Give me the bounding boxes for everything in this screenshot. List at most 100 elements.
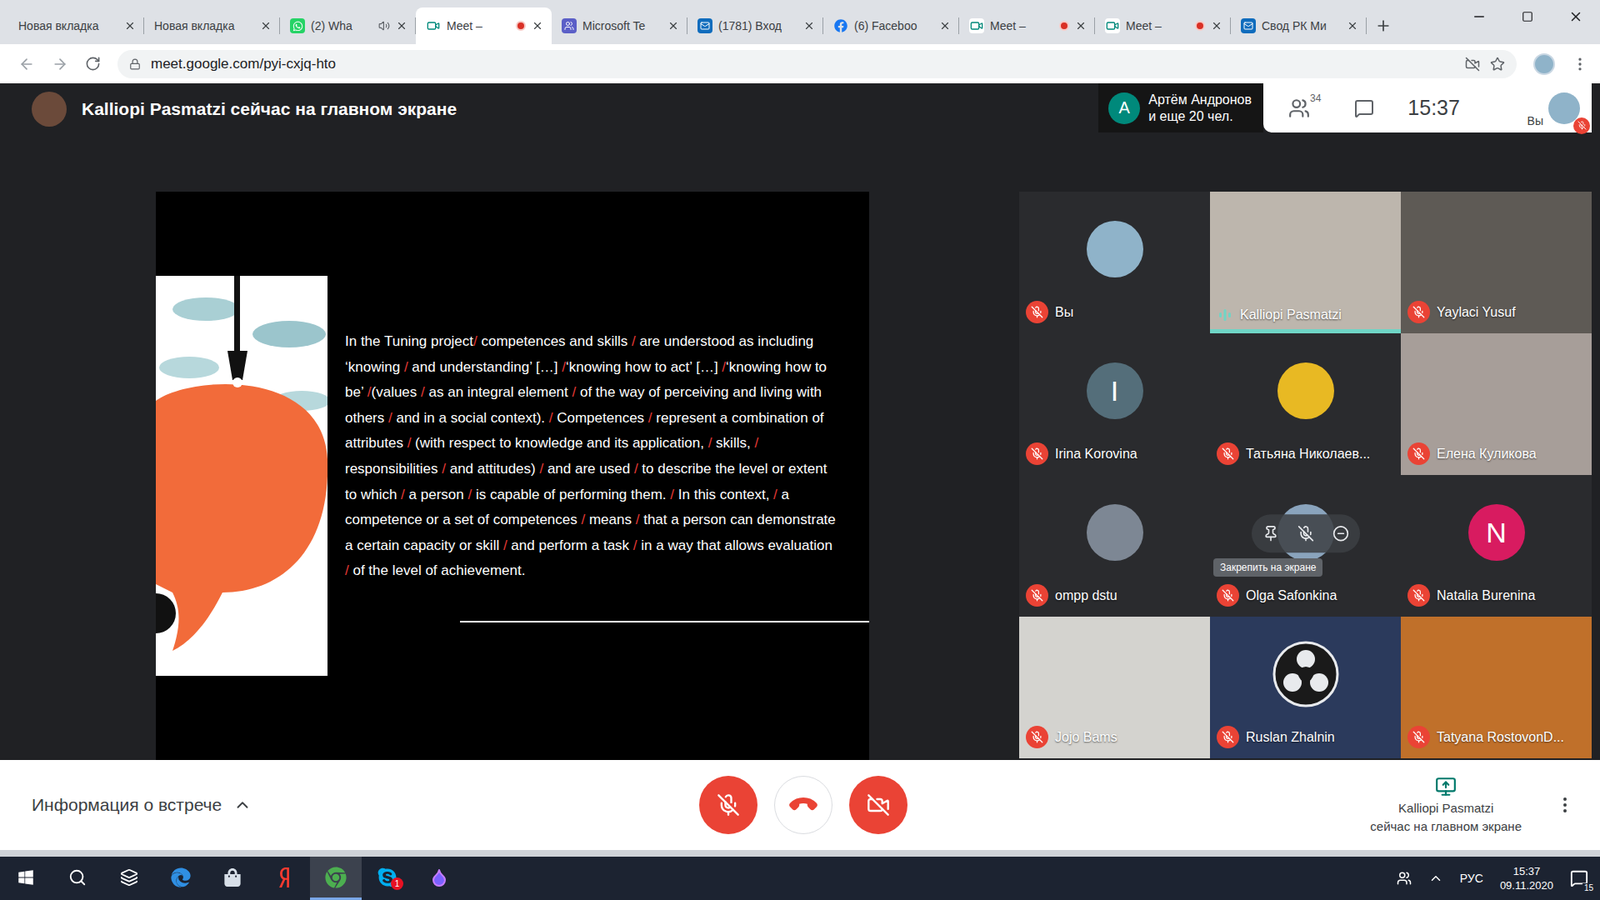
tile-label: Татьяна Николаев... bbox=[1216, 442, 1396, 465]
pin-icon bbox=[1262, 525, 1280, 542]
close-tab-icon[interactable] bbox=[667, 20, 680, 32]
participant-name: Елена Куликова bbox=[1436, 446, 1537, 462]
slide-separator: / bbox=[633, 537, 638, 554]
mic-off-icon bbox=[1412, 305, 1425, 319]
hang-up-button[interactable] bbox=[774, 775, 833, 835]
meeting-info-button[interactable]: Информация о встрече bbox=[31, 795, 700, 815]
participant-tile[interactable]: Kalliopi Pasmatzi bbox=[1210, 191, 1401, 334]
tile-label: Tatyana RostovonD... bbox=[1407, 725, 1587, 749]
slide-separator: / bbox=[549, 410, 554, 426]
participant-tile[interactable]: Tatyana RostovonD... bbox=[1400, 616, 1592, 759]
browser-tab[interactable]: (1781) Вход bbox=[687, 7, 824, 45]
taskbar-item[interactable] bbox=[103, 856, 155, 900]
close-tab-icon[interactable] bbox=[1210, 20, 1223, 32]
taskbar-item[interactable] bbox=[413, 856, 465, 900]
close-tab-icon[interactable] bbox=[531, 20, 544, 32]
remove-participant-button[interactable] bbox=[1325, 517, 1357, 550]
notification-center[interactable]: 15 bbox=[1570, 869, 1589, 888]
browser-tab[interactable]: Meet – bbox=[959, 7, 1095, 45]
header-right: AАртём Андронови еще 20 чел.3415:37Вы bbox=[1098, 83, 1592, 133]
profile-avatar[interactable] bbox=[1533, 53, 1555, 75]
edge-icon bbox=[170, 867, 191, 888]
participant-initial: N bbox=[1468, 504, 1525, 561]
meet-icon bbox=[1105, 18, 1120, 34]
menu-icon[interactable] bbox=[1571, 55, 1589, 73]
browser-tab[interactable]: Microsoft Te bbox=[551, 7, 688, 45]
participant-tile[interactable]: Yaylaci Yusuf bbox=[1400, 191, 1592, 334]
close-tab-icon[interactable] bbox=[1346, 20, 1359, 32]
participant-tile[interactable]: Закрепить на экранеOlga Safonkina bbox=[1210, 475, 1401, 617]
browser-tab[interactable]: Meet – bbox=[1095, 7, 1231, 45]
language-indicator[interactable]: РУС bbox=[1460, 871, 1484, 885]
taskbar-item[interactable]: 1 bbox=[361, 856, 414, 900]
browser-tab[interactable]: (2) Wha bbox=[280, 7, 416, 45]
forward-icon[interactable] bbox=[51, 55, 69, 73]
close-icon bbox=[1568, 9, 1584, 25]
participant-name: Ruslan Zhalnin bbox=[1245, 730, 1335, 745]
chat-icon[interactable] bbox=[1354, 98, 1375, 119]
camera-button[interactable] bbox=[849, 775, 908, 835]
close-tab-icon[interactable] bbox=[395, 20, 408, 32]
taskbar: 1 РУС 15:3709.11.2020 15 bbox=[0, 856, 1600, 900]
pin-button[interactable] bbox=[1255, 517, 1287, 550]
mic-off-icon bbox=[716, 793, 740, 817]
present-icon bbox=[1435, 775, 1457, 798]
camera-blocked-icon[interactable] bbox=[1465, 56, 1480, 72]
taskbar-clock[interactable]: 15:3709.11.2020 bbox=[1500, 864, 1554, 893]
participant-tile[interactable]: IIrina Korovina bbox=[1019, 333, 1210, 475]
reload-icon[interactable] bbox=[85, 55, 101, 72]
browser-tab[interactable]: Свод РК Ми bbox=[1230, 7, 1367, 45]
people-button[interactable]: 34 bbox=[1288, 97, 1321, 120]
participant-tile[interactable]: N Natalia Burenina bbox=[1400, 475, 1592, 617]
minimize-button[interactable] bbox=[1455, 0, 1504, 34]
tab-label: Meet – bbox=[1125, 19, 1190, 33]
participant-tile[interactable]: Вы bbox=[1019, 191, 1210, 334]
participant-tile[interactable]: Ruslan Zhalnin bbox=[1210, 616, 1401, 759]
tab-label: (2) Wha bbox=[310, 19, 373, 33]
taskbar-item[interactable] bbox=[206, 856, 259, 900]
participant-tile[interactable]: Jojo Bams bbox=[1019, 616, 1210, 759]
taskbar-item[interactable] bbox=[310, 856, 362, 900]
mic-button[interactable] bbox=[699, 775, 758, 835]
close-tab-icon[interactable] bbox=[1075, 20, 1087, 32]
presentation-slide: In the Tuning project/ competences and s… bbox=[155, 191, 870, 760]
people-icon[interactable] bbox=[1396, 870, 1412, 886]
close-tab-icon[interactable] bbox=[803, 20, 815, 32]
browser-tab[interactable]: (6) Faceboo bbox=[823, 7, 960, 45]
close-button[interactable] bbox=[1551, 0, 1600, 34]
taskbar-item[interactable] bbox=[51, 856, 104, 900]
close-tab-icon[interactable] bbox=[260, 20, 272, 32]
mute-participant-button[interactable] bbox=[1290, 517, 1322, 550]
taskbar-item[interactable] bbox=[0, 856, 52, 900]
browser-tab[interactable]: Новая вкладка bbox=[144, 7, 280, 45]
maximize-button[interactable] bbox=[1503, 0, 1552, 34]
slide-separator: / bbox=[631, 333, 636, 350]
presenting-indicator[interactable]: Kalliopi Pasmatziсейчас на главном экран… bbox=[1370, 775, 1522, 835]
muted-badge bbox=[1025, 725, 1049, 749]
slide-separator: / bbox=[388, 410, 393, 426]
new-tab-button[interactable] bbox=[1366, 7, 1400, 45]
back-icon[interactable] bbox=[18, 55, 35, 73]
bookmark-icon[interactable] bbox=[1490, 56, 1505, 72]
close-tab-icon[interactable] bbox=[939, 20, 951, 32]
tooltip: Закрепить на экране bbox=[1213, 558, 1323, 577]
participant-name: Natalia Burenina bbox=[1436, 588, 1535, 604]
taskbar-item[interactable] bbox=[258, 856, 310, 900]
muted-badge bbox=[1216, 725, 1240, 749]
slide-text: In the Tuning project/ competences and s… bbox=[345, 329, 837, 585]
participant-tile[interactable]: Елена Куликова bbox=[1400, 333, 1592, 475]
obs-logo-icon bbox=[1272, 640, 1340, 708]
taskbar-item[interactable] bbox=[155, 856, 207, 900]
url-field[interactable]: meet.google.com/pyi-cxjq-hto bbox=[117, 50, 1517, 79]
close-tab-icon[interactable] bbox=[124, 20, 136, 32]
browser-tab[interactable]: Новая вкладка bbox=[8, 7, 145, 45]
presenter-banner-text: Kalliopi Pasmatzi сейчас на главном экра… bbox=[81, 99, 457, 120]
mic-off-icon bbox=[1221, 730, 1235, 744]
participant-tile[interactable]: ompp dstu bbox=[1019, 475, 1210, 617]
mic-off-icon bbox=[1030, 447, 1044, 460]
participant-tile[interactable]: Татьяна Николаев... bbox=[1210, 333, 1401, 475]
more-options-icon[interactable] bbox=[1555, 795, 1575, 815]
participant-name: Irina Korovina bbox=[1055, 446, 1138, 462]
browser-tab[interactable]: Meet – bbox=[415, 7, 552, 45]
tray-expand-icon[interactable] bbox=[1428, 870, 1444, 886]
